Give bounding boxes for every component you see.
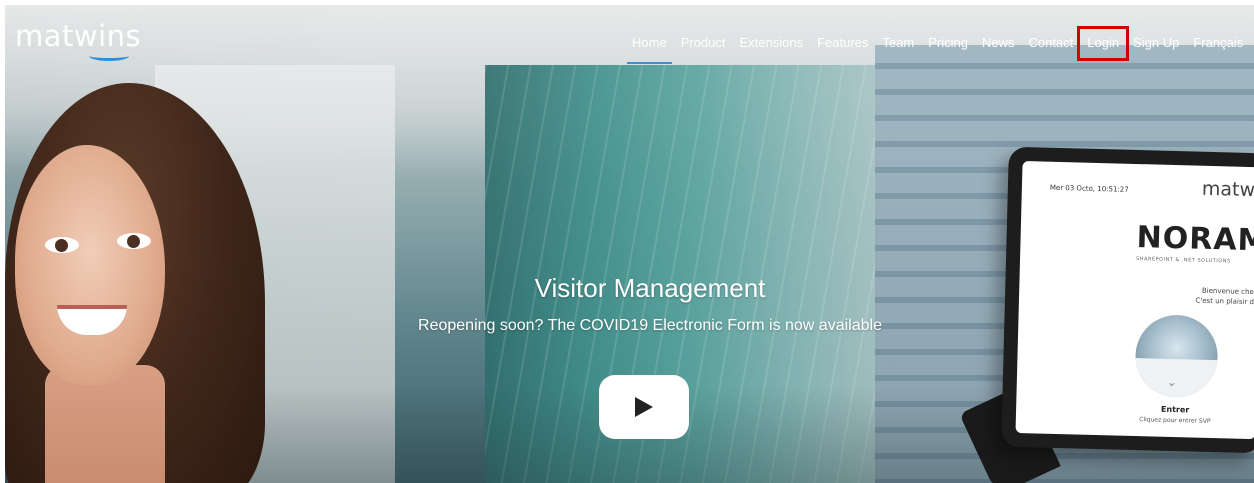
matwins-logo[interactable]: matwins [15,19,141,53]
hero-subtitle: Reopening soon? The COVID19 Electronic F… [418,317,882,334]
tablet-date: Mer 03 Octo, 10:51:27 [1049,183,1129,194]
nav-home[interactable]: Home [625,29,674,64]
chevron-down-icon: ⌄ [1166,374,1178,390]
nav-signup[interactable]: Sign Up [1126,29,1186,58]
nav-news[interactable]: News [975,29,1022,58]
portrait-smile [57,305,127,335]
logo-swoosh-icon [89,51,129,61]
tablet-enter-label: Entrer [1160,404,1190,415]
main-nav: Home Product Extensions Features Team Pr… [625,26,1250,64]
kiosk-tablet: Mer 03 Octo, 10:51:27 matwi NORAM SHAREP… [1001,146,1254,454]
nav-features[interactable]: Features [810,29,875,58]
play-icon [635,397,653,417]
hero-section: matwins Home Product Extensions Features… [5,5,1254,483]
nav-login[interactable]: Login [1077,26,1130,61]
nav-contact[interactable]: Contact [1021,29,1080,58]
nav-team[interactable]: Team [875,29,921,58]
portrait-eye-left [45,237,79,253]
nav-extensions[interactable]: Extensions [733,29,811,58]
hero-title: Visitor Management [534,273,766,303]
woman-portrait [5,75,305,483]
tablet-brand-sub: SHAREPOINT & .NET SOLUTIONS [1135,256,1231,265]
nav-language-francais[interactable]: Français [1186,29,1250,58]
play-video-button[interactable] [599,375,689,439]
tablet-enter-hint: Cliquez pour entrer SVP [1139,416,1211,426]
tablet-welcome: Bienvenue chez No C'est un plaisir de vo [1169,285,1254,308]
tablet-screen: Mer 03 Octo, 10:51:27 matwi NORAM SHAREP… [1015,161,1254,440]
portrait-eye-right [117,233,151,249]
tablet-logo: matwi [1201,177,1254,202]
tablet-brand: NORAM [1136,220,1254,259]
nav-pricing[interactable]: Pricing [921,29,975,58]
tablet-welcome-line2: C'est un plaisir de vo [1195,296,1254,307]
nav-product[interactable]: Product [674,29,733,58]
